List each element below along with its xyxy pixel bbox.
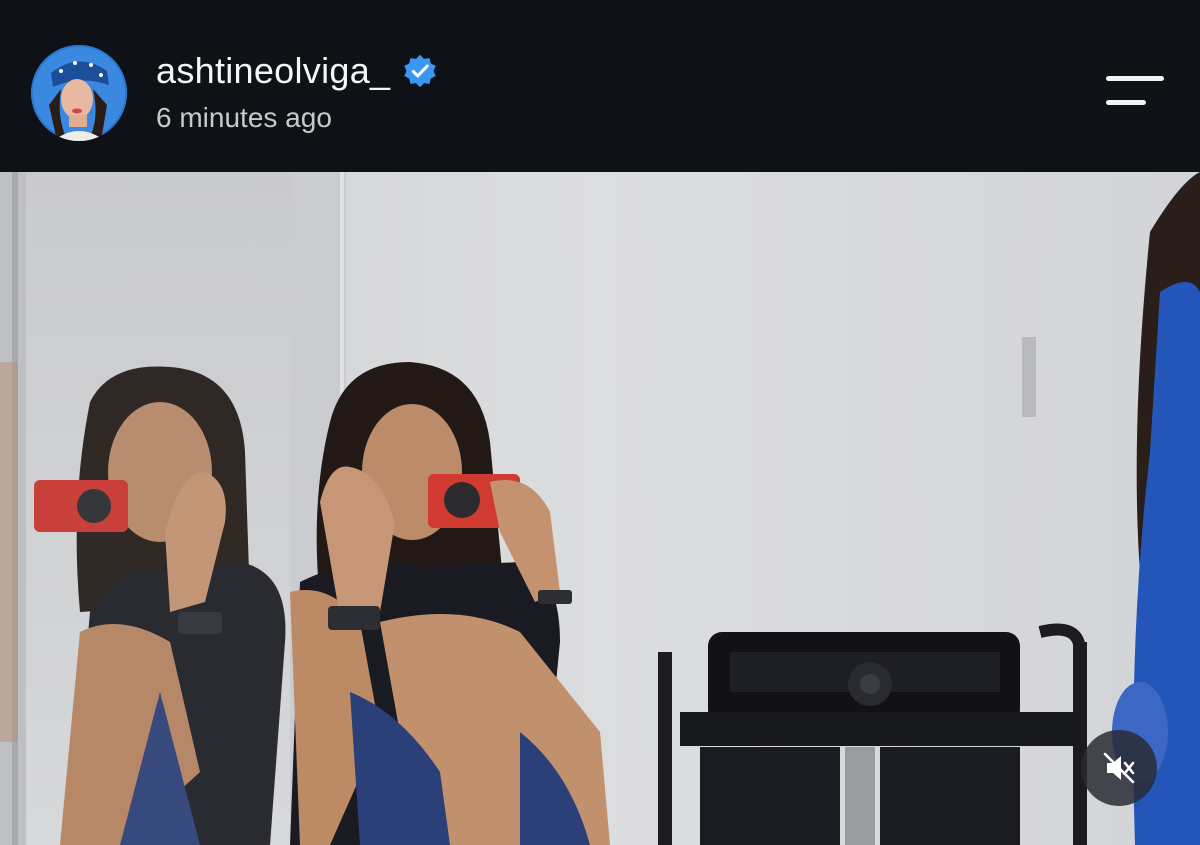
- muted-speaker-icon: [1103, 752, 1135, 784]
- speaker-rack: [658, 623, 1087, 845]
- post-timestamp: 6 minutes ago: [156, 102, 332, 133]
- video-player[interactable]: [0, 172, 1200, 845]
- username-row: ashtineolviga_: [156, 50, 438, 92]
- username[interactable]: ashtineolviga_: [156, 50, 390, 92]
- mute-button[interactable]: [1081, 730, 1157, 806]
- post-header: ashtineolviga_ 6 minutes ago: [0, 0, 1200, 172]
- menu-button[interactable]: [1100, 70, 1170, 114]
- video-frame: [0, 172, 1200, 845]
- avatar-image: [31, 45, 127, 141]
- verified-badge-icon: [404, 54, 437, 88]
- profile-avatar[interactable]: [31, 45, 127, 141]
